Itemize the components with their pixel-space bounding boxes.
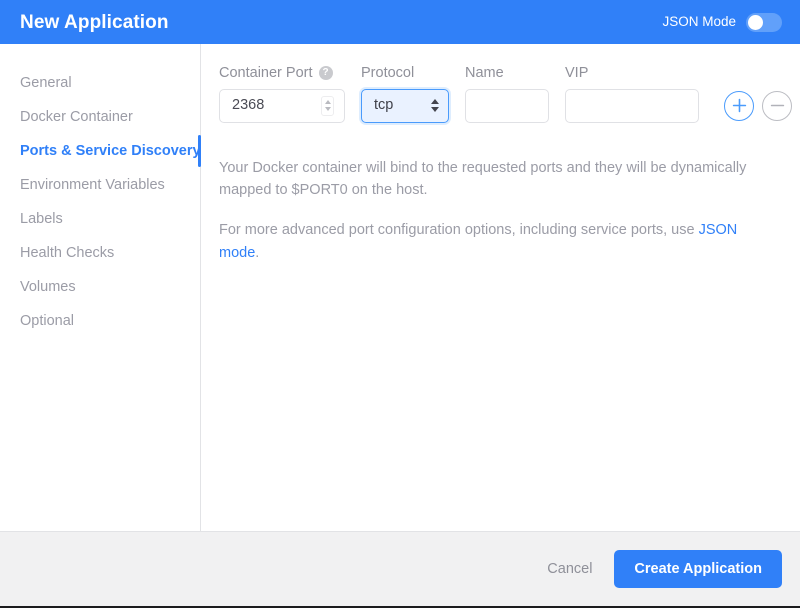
description-line-1: Your Docker container will bind to the r…	[219, 159, 747, 198]
minus-icon	[770, 104, 784, 107]
vip-label-group: VIP	[565, 66, 699, 81]
sidebar-item-label: Docker Container	[20, 109, 133, 125]
chevron-up-icon	[431, 99, 439, 104]
stepper-up-icon[interactable]	[324, 100, 331, 104]
page-title: New Application	[20, 11, 169, 33]
container-port-value: 2368	[232, 97, 265, 114]
ports-panel: Container Port ? 2368 Protocol tcp Name …	[201, 44, 800, 531]
protocol-label-group: Protocol	[361, 66, 449, 81]
vip-field: VIP	[565, 66, 699, 123]
sidebar-item-docker-container[interactable]: Docker Container	[0, 100, 200, 134]
protocol-select[interactable]: tcp	[361, 88, 449, 123]
description-line-2: For more advanced port configuration opt…	[219, 219, 759, 264]
sidebar-item-labels[interactable]: Labels	[0, 202, 200, 236]
port-mapping-row: Container Port ? 2368 Protocol tcp Name …	[219, 66, 792, 123]
sidebar-item-label: Labels	[20, 211, 63, 227]
sidebar-item-label: Environment Variables	[20, 177, 165, 193]
ports-description: Your Docker container will bind to the r…	[219, 157, 759, 265]
sidebar-item-health-checks[interactable]: Health Checks	[0, 236, 200, 270]
dialog-titlebar: New Application JSON Mode	[0, 0, 800, 44]
remove-port-button[interactable]	[762, 90, 792, 121]
sidebar-item-ports-service-discovery[interactable]: Ports & Service Discovery	[0, 134, 201, 168]
help-icon[interactable]: ?	[318, 66, 333, 81]
sidebar-item-label: Volumes	[20, 279, 76, 295]
cancel-button[interactable]: Cancel	[543, 553, 596, 585]
stepper-down-icon[interactable]	[324, 107, 331, 111]
protocol-label: Protocol	[361, 65, 415, 81]
sidebar-item-general[interactable]: General	[0, 66, 200, 100]
port-row-actions	[724, 90, 792, 123]
protocol-value: tcp	[374, 97, 394, 114]
dialog-footer: Cancel Create Application	[0, 531, 800, 606]
dialog-body: General Docker Container Ports & Service…	[0, 44, 800, 531]
plus-icon	[732, 98, 746, 113]
sidebar-item-label: General	[20, 75, 72, 91]
sidebar: General Docker Container Ports & Service…	[0, 44, 201, 531]
number-stepper-icon[interactable]	[321, 95, 334, 116]
container-port-input[interactable]: 2368	[219, 88, 345, 123]
new-application-dialog: New Application JSON Mode General Docker…	[0, 0, 800, 608]
name-input[interactable]	[465, 88, 549, 123]
vip-input[interactable]	[565, 88, 699, 123]
protocol-field: Protocol tcp	[361, 66, 449, 123]
add-port-button[interactable]	[724, 90, 754, 121]
container-port-label-group: Container Port ?	[219, 66, 345, 81]
container-port-field: Container Port ? 2368	[219, 66, 345, 123]
toggle-knob	[748, 14, 763, 30]
chevron-updown-icon[interactable]	[431, 99, 439, 112]
create-application-button[interactable]: Create Application	[614, 550, 782, 588]
json-mode-label: JSON Mode	[662, 14, 736, 30]
name-label-group: Name	[465, 66, 549, 81]
vip-label: VIP	[565, 65, 589, 81]
name-label: Name	[465, 65, 504, 81]
sidebar-item-label: Health Checks	[20, 245, 115, 261]
name-field: Name	[465, 66, 549, 123]
sidebar-item-optional[interactable]: Optional	[0, 304, 200, 338]
sidebar-item-volumes[interactable]: Volumes	[0, 270, 200, 304]
sidebar-item-label: Optional	[20, 313, 75, 329]
container-port-label: Container Port	[219, 65, 313, 81]
json-mode-toggle[interactable]	[746, 12, 782, 32]
chevron-down-icon	[431, 107, 439, 112]
titlebar-actions: JSON Mode	[662, 12, 782, 32]
description-prefix: For more advanced port configuration opt…	[219, 222, 699, 239]
sidebar-item-environment-variables[interactable]: Environment Variables	[0, 168, 200, 202]
sidebar-item-label: Ports & Service Discovery	[20, 143, 201, 159]
description-suffix: .	[255, 244, 260, 261]
